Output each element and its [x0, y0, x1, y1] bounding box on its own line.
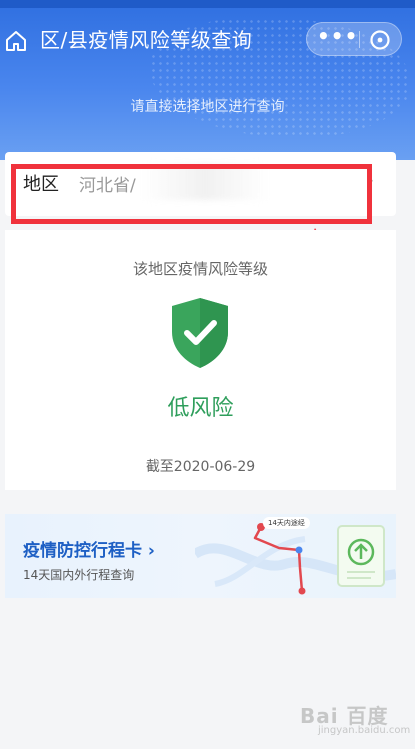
more-icon[interactable]: •••	[317, 26, 357, 49]
shield-check-icon	[172, 298, 228, 368]
travel-card-banner[interactable]: 疫情防控行程卡 › 14天国内外行程查询 14天内途经	[5, 514, 396, 598]
travel-card-title[interactable]: 疫情防控行程卡 ›	[23, 536, 155, 561]
page-subtitle: 请直接选择地区进行查询	[130, 99, 285, 115]
close-circle-icon[interactable]	[369, 29, 391, 51]
risk-heading: 该地区疫情风险等级	[132, 260, 268, 278]
mini-program-capsule: •••	[306, 22, 402, 56]
risk-card: 该地区疫情风险等级 低风险 截至2020-06-29	[5, 230, 396, 490]
route-map-tag: 14天内途经	[263, 517, 310, 529]
highlight-box	[11, 164, 372, 224]
page-title: 区/县疫情风险等级查询	[40, 28, 253, 52]
header: 区/县疫情风险等级查询 ••• 请直接选择地区进行查询	[0, 0, 415, 160]
risk-date: 截至2020-06-29	[145, 459, 256, 475]
home-icon[interactable]	[5, 30, 27, 52]
capsule-divider	[359, 31, 360, 48]
watermark-url: jingyan.baidu.com	[318, 725, 411, 736]
travel-card-subtitle: 14天国内外行程查询	[23, 568, 135, 582]
status-bar	[0, 0, 415, 8]
risk-level: 低风险	[167, 396, 234, 421]
